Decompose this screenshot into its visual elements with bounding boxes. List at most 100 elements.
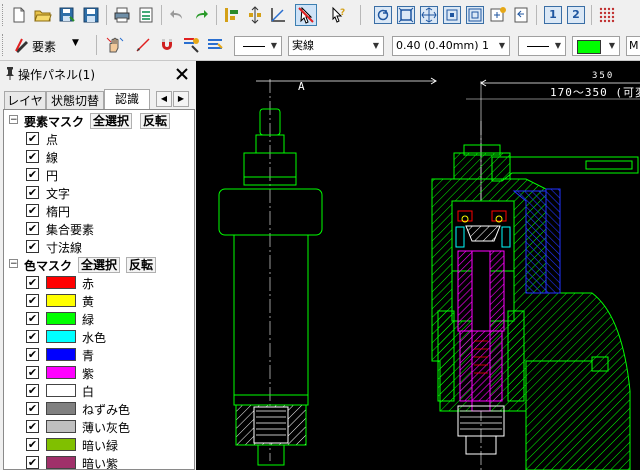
element-mask-row[interactable]: ✔ 寸法線 (4, 238, 194, 256)
color-mask-row[interactable]: ✔ 水色 (4, 328, 194, 346)
line-type-selector[interactable]: ▼ (234, 36, 282, 56)
tab-state-switch[interactable]: 状態切替 (46, 91, 104, 109)
tab-scroll-left-icon[interactable]: ◀ (156, 91, 172, 107)
pan-icon[interactable] (489, 6, 507, 24)
tab-recognition[interactable]: 認識 (104, 89, 150, 110)
magnet-icon[interactable] (158, 36, 176, 54)
color-swatch (46, 312, 76, 325)
zoom-fit-icon[interactable] (397, 6, 415, 24)
element-mask-row[interactable]: ✔ 点 (4, 130, 194, 148)
checkbox[interactable]: ✔ (26, 384, 39, 397)
checkbox[interactable]: ✔ (26, 222, 39, 235)
save-as-icon[interactable] (58, 6, 76, 24)
text-style-icon[interactable] (206, 36, 224, 54)
color-mask-row[interactable]: ✔ 紫 (4, 364, 194, 382)
checkbox[interactable]: ✔ (26, 276, 39, 289)
element-mask-row[interactable]: ✔ 円 (4, 166, 194, 184)
color-mask-row[interactable]: ✔ 黄 (4, 292, 194, 310)
color-mask-label: 黄 (82, 295, 95, 309)
checkbox[interactable]: ✔ (26, 132, 39, 145)
zoom-out-icon[interactable] (466, 6, 484, 24)
tab-scroll: ◀ ▶ (156, 91, 190, 107)
refresh-view-icon[interactable] (374, 6, 392, 24)
align-tool-icon[interactable] (223, 6, 241, 24)
viewport-2-icon[interactable]: 2 (567, 6, 585, 24)
tab-layer[interactable]: レイヤ (4, 91, 46, 109)
color-brush-icon[interactable] (182, 36, 200, 54)
print-preview-icon[interactable] (137, 6, 155, 24)
checkbox[interactable]: ✔ (26, 456, 39, 469)
element-mask-label: 線 (46, 151, 59, 165)
collapse-toggle-icon[interactable]: − (9, 115, 18, 125)
line-width-select[interactable]: 0.40 (0.40mm) 1 ▼ (392, 36, 510, 56)
line-style-select[interactable]: 実線 ▼ (288, 36, 384, 56)
color-mask-row[interactable]: ✔ 薄い灰色 (4, 418, 194, 436)
toolbar-separator (96, 35, 97, 55)
element-mask-row[interactable]: ✔ 線 (4, 148, 194, 166)
line-pattern-preview (527, 46, 549, 47)
line-color-swatch (577, 40, 601, 54)
color-swatch (46, 294, 76, 307)
line-color-pick-icon[interactable] (134, 36, 152, 54)
color-mask-row[interactable]: ✔ 青 (4, 346, 194, 364)
undo-icon[interactable] (168, 6, 186, 24)
toolbar-grip[interactable] (2, 4, 6, 26)
grid-dots-icon[interactable] (598, 6, 616, 24)
checkbox[interactable]: ✔ (26, 330, 39, 343)
color-invert-button[interactable]: 反転 (126, 257, 157, 273)
tab-scroll-right-icon[interactable]: ▶ (173, 91, 189, 107)
cad-drawing: A 350 170～350 (可変 (218, 71, 640, 470)
toolbar-grip[interactable] (2, 34, 6, 56)
print-icon[interactable] (113, 6, 131, 24)
line-pattern-selector[interactable]: ▼ (518, 36, 566, 56)
checkbox[interactable]: ✔ (26, 348, 39, 361)
zoom-window-icon[interactable] (420, 6, 438, 24)
checkbox[interactable]: ✔ (26, 366, 39, 379)
viewport-1-icon[interactable]: 1 (544, 6, 562, 24)
angle-icon[interactable] (269, 6, 287, 24)
checkbox[interactable]: ✔ (26, 204, 39, 217)
previous-view-icon[interactable] (512, 6, 530, 24)
checkbox[interactable]: ✔ (26, 150, 39, 163)
checkbox[interactable]: ✔ (26, 168, 39, 181)
collapse-toggle-icon[interactable]: − (9, 259, 18, 269)
checkbox[interactable]: ✔ (26, 294, 39, 307)
toolbar-separator (161, 5, 162, 25)
color-mask-row[interactable]: ✔ 赤 (4, 274, 194, 292)
truncated-select[interactable]: M (626, 36, 640, 56)
truncated-select-label: M (629, 39, 639, 52)
element-mask-row[interactable]: ✔ 集合要素 (4, 220, 194, 238)
element-select-all-button[interactable]: 全選択 (90, 113, 133, 129)
hand-layer-icon[interactable] (106, 36, 124, 54)
checkbox[interactable]: ✔ (26, 402, 39, 415)
color-mask-row[interactable]: ✔ 白 (4, 382, 194, 400)
save-icon[interactable] (82, 6, 100, 24)
select-arrow-icon[interactable] (295, 4, 317, 26)
checkbox[interactable]: ✔ (26, 312, 39, 325)
color-select-all-button[interactable]: 全選択 (78, 257, 121, 273)
drawing-canvas[interactable]: A 350 170～350 (可変 (196, 61, 640, 470)
element-invert-button[interactable]: 反転 (140, 113, 171, 129)
distribute-icon[interactable] (246, 6, 264, 24)
open-folder-icon[interactable] (34, 6, 52, 24)
color-mask-row[interactable]: ✔ 暗い緑 (4, 436, 194, 454)
new-file-icon[interactable] (10, 6, 28, 24)
checkbox[interactable]: ✔ (26, 186, 39, 199)
checkbox[interactable]: ✔ (26, 420, 39, 433)
element-mask-row[interactable]: ✔ 文字 (4, 184, 194, 202)
color-mask-row[interactable]: ✔ ねずみ色 (4, 400, 194, 418)
color-mask-row[interactable]: ✔ 緑 (4, 310, 194, 328)
color-mask-row[interactable]: ✔ 暗い紫 (4, 454, 194, 469)
element-mask-row[interactable]: ✔ 楕円 (4, 202, 194, 220)
checkbox[interactable]: ✔ (26, 438, 39, 451)
close-icon[interactable] (175, 67, 189, 81)
checkbox[interactable]: ✔ (26, 240, 39, 253)
color-swatch (46, 276, 76, 289)
element-type-button[interactable]: 要素 ▼ (12, 35, 92, 55)
redo-icon[interactable] (192, 6, 210, 24)
element-mask-label: 文字 (46, 187, 71, 201)
pin-icon[interactable] (4, 66, 16, 80)
zoom-in-icon[interactable] (443, 6, 461, 24)
line-color-select[interactable]: ▼ (572, 36, 620, 56)
query-icon[interactable]: ? (330, 6, 348, 24)
